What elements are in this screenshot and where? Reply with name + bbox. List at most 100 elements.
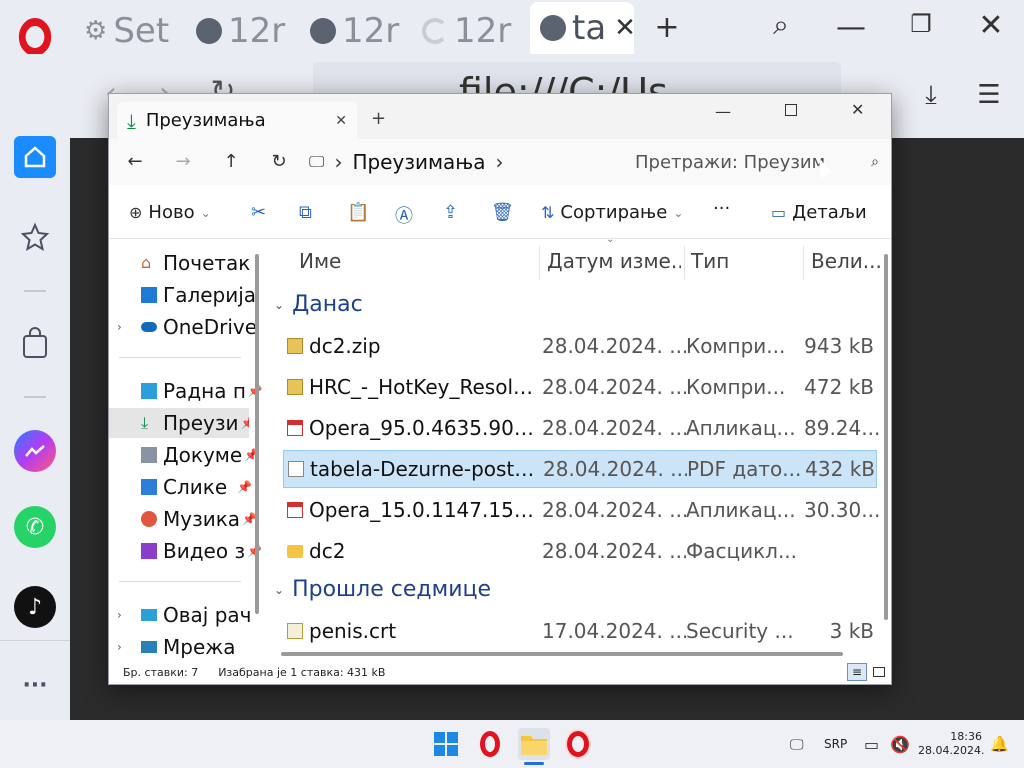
chevron-right-icon: › [117,320,122,334]
chevron-down-icon: ⌄ [274,297,285,312]
language-indicator[interactable]: SRP [824,737,847,751]
pin-icon: 📌 [237,480,253,494]
network-status-icon[interactable]: ▭ [864,735,879,754]
pdf-file-icon [288,461,304,477]
home-icon[interactable] [14,136,56,178]
chevron-down-icon: ⌄ [200,205,211,220]
nav-item-gallery[interactable]: Галерија [141,280,256,310]
details-view-icon[interactable]: ≡ [847,663,867,681]
details-button[interactable]: ▭ Детаљи [771,202,867,223]
home-icon: ⌂ [141,253,152,272]
explorer-tab[interactable]: ⤓ Преузимања ✕ [117,102,357,139]
file-row[interactable]: HRC_-_HotKey_Resolu... 28.04.2024. ... К… [283,368,877,406]
close-tab-icon[interactable]: ✕ [614,13,634,43]
minimize-button[interactable]: — [836,10,866,45]
start-button[interactable] [430,728,462,760]
close-button[interactable]: ✕ [976,8,1006,43]
sort-icon: ⇅ [541,203,555,222]
tab-2[interactable]: 12r [196,8,296,54]
file-row[interactable]: dc2 28.04.2024. ... Фасцикл... [283,532,877,570]
close-tab-icon[interactable]: ✕ [335,113,347,129]
tiles-view-icon[interactable] [873,667,885,677]
file-row[interactable]: penis.crt 17.04.2024. ... Security ... 3… [283,612,877,650]
nav-item-home[interactable]: ⌂ Почетак [141,248,250,278]
nav-item-this-pc[interactable]: › Овај рач [117,600,251,630]
download-icon[interactable]: ⤓ [916,80,946,111]
file-row-selected[interactable]: tabela-Dezurne-poste... 28.04.2024. ... … [283,450,877,488]
refresh-icon[interactable]: ↻ [265,148,293,176]
nav-item-desktop[interactable]: Радна п📌 [141,376,263,406]
sort-button[interactable]: ⇅ Сортирање ⌄ [541,202,683,223]
chevron-right-icon: › [117,640,122,654]
nav-item-documents[interactable]: Докуме 📌 [141,440,259,470]
delete-icon[interactable]: 🗑 [491,202,514,223]
rename-icon[interactable]: Ⓐ [395,202,413,228]
shopping-bag-icon[interactable] [14,322,56,364]
nav-scrollbar[interactable] [255,254,259,614]
opera-taskbar-icon[interactable] [474,728,506,760]
nav-item-videos[interactable]: Видео з📌 [141,536,262,566]
close-button[interactable]: ✕ [851,100,864,119]
group-header-today[interactable]: ⌄ Данас [274,292,363,317]
loading-icon [422,18,448,44]
new-tab-button[interactable]: + [652,10,682,45]
more-options-button[interactable]: ··· [713,198,730,219]
column-header-name[interactable]: Име [299,241,341,281]
messenger-icon[interactable] [14,430,56,472]
column-header-type[interactable]: Тип [691,241,729,281]
group-header-last-week[interactable]: ⌄ Прошле седмице [274,577,491,602]
restore-button[interactable]: ❐ [906,10,936,38]
monitor-icon[interactable]: 🖵 [790,737,804,753]
easy-setup-icon[interactable]: ☰ [974,80,1004,110]
tab-settings[interactable]: ⚙ Set [84,8,184,54]
breadcrumb[interactable]: 🖵 › Преузимања › [309,144,609,180]
opera-logo-icon[interactable] [18,18,52,56]
search-input[interactable]: Претражи: Преузим ⌕ [629,144,879,180]
horizontal-scrollbar[interactable] [281,652,843,656]
minimize-button[interactable]: — [715,102,731,121]
opera-gx-taskbar-icon[interactable] [562,728,594,760]
tab-4-loading[interactable]: 12r [422,8,522,54]
column-divider [539,246,540,280]
status-bar: Бр. ставки: 7 Изабрана је 1 ставка: 431 … [109,660,891,684]
tiktok-icon[interactable]: ♪ [14,586,56,628]
maximize-button[interactable] [785,104,797,116]
clock[interactable]: 18:36 28.04.2024. [918,730,984,758]
back-arrow-icon[interactable]: ← [121,148,149,176]
file-row[interactable]: Opera_15.0.1147.153_... 28.04.2024. ... … [283,491,880,529]
new-button[interactable]: ⊕ Ново ⌄ [129,202,211,223]
nav-item-downloads[interactable]: ⤓ Преузи 📌 [109,408,249,438]
share-icon[interactable]: ⇪ [443,202,458,223]
nav-item-music[interactable]: Музика 📌 [141,504,257,534]
file-row[interactable]: dc2.zip 28.04.2024. ... Компри... 943 kB [283,327,877,365]
details-pane-icon: ▭ [771,203,787,222]
more-options-icon[interactable]: ··· [14,664,56,706]
chevron-right-icon: › [334,150,343,174]
nav-item-onedrive[interactable]: › OneDrive [117,312,257,342]
whatsapp-icon[interactable]: ✆ [14,506,56,548]
vertical-scrollbar[interactable] [884,254,888,620]
file-row[interactable]: Opera_95.0.4635.90_S... 28.04.2024. ... … [283,409,880,447]
nav-item-pictures[interactable]: Слике 📌 [141,472,252,502]
bookmarks-star-icon[interactable] [14,216,56,258]
globe-icon [310,18,336,44]
column-header-date[interactable]: Датум изме... [547,241,681,281]
cut-icon[interactable]: ✂ [251,202,266,223]
paste-icon[interactable]: 📋 [347,202,369,223]
nav-item-network[interactable]: › Мрежа [117,632,236,658]
chevron-down-icon: ⌄ [274,582,285,597]
tab-active[interactable]: ta ✕ [530,2,634,54]
copy-icon[interactable]: ⧉ [299,202,312,223]
volume-muted-icon[interactable]: 🔇 [890,735,910,754]
tab-3[interactable]: 12r [310,8,410,54]
column-header-size[interactable]: Вели... [811,241,881,281]
forward-arrow-icon[interactable]: → [169,148,197,176]
search-tabs-icon[interactable]: ⌕ [766,8,796,42]
up-arrow-icon[interactable]: ↑ [217,148,245,176]
new-tab-button[interactable]: + [371,108,386,129]
notification-bell-icon[interactable]: 🔔 [990,735,1009,753]
column-divider [684,246,685,280]
file-explorer-taskbar-icon[interactable] [518,728,550,760]
network-icon [141,641,157,653]
nav-divider [119,581,241,582]
